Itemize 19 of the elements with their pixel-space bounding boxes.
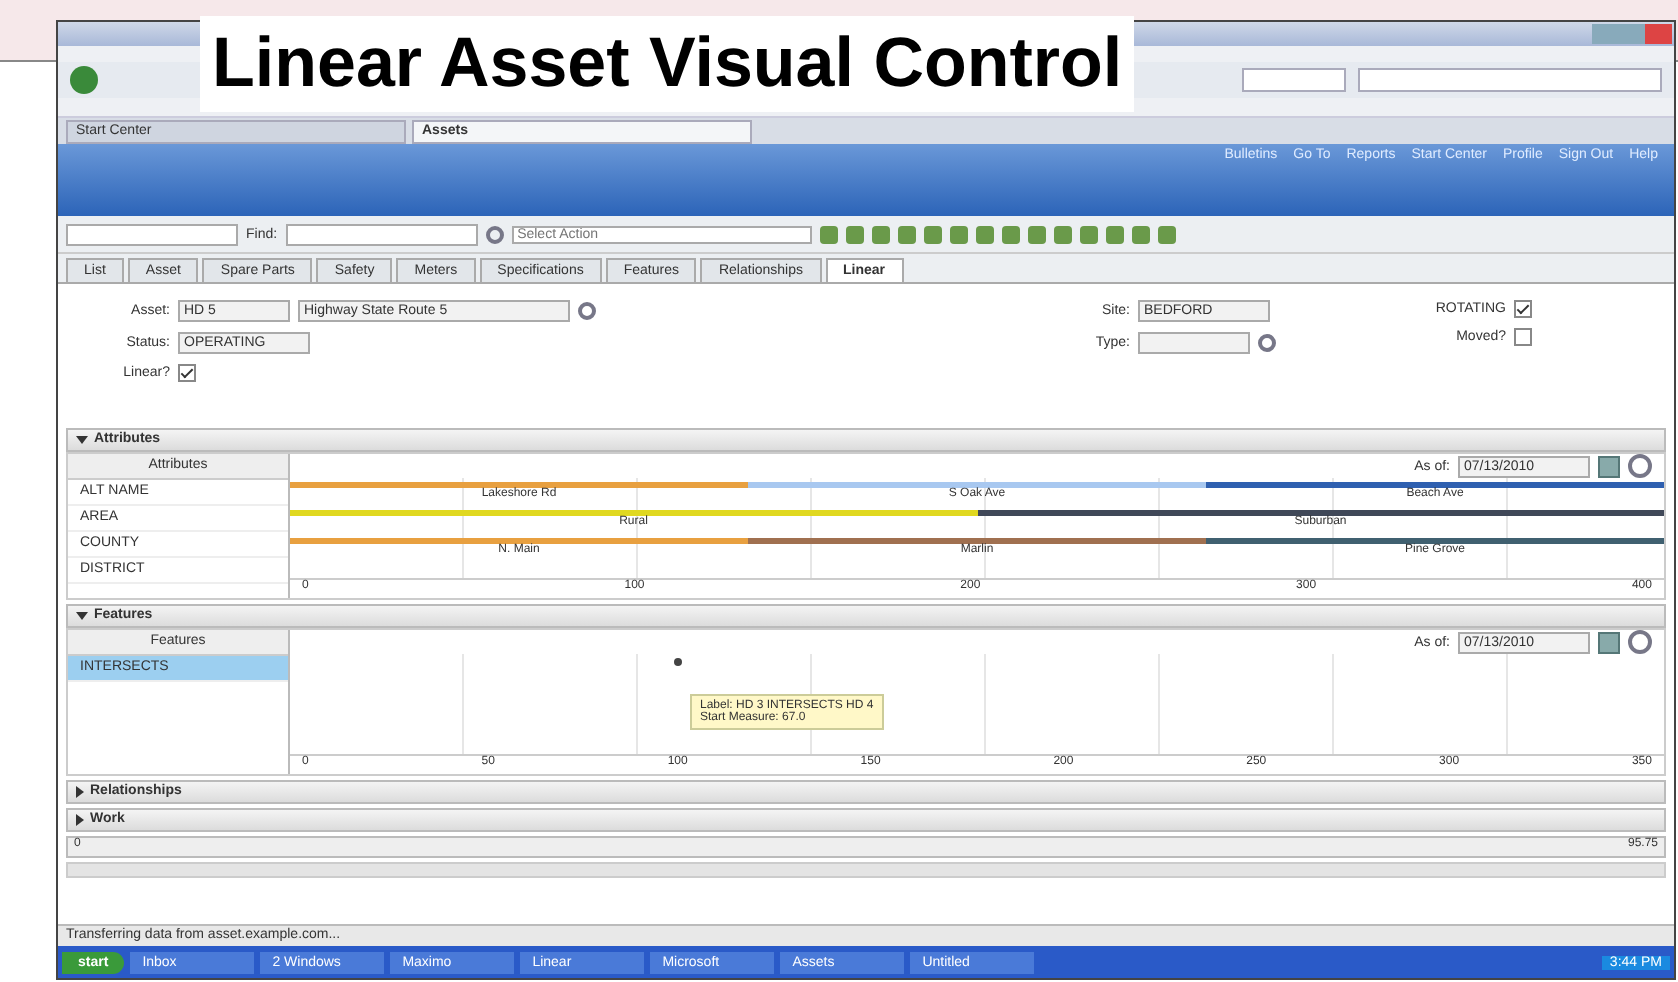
overlay-title: Linear Asset Visual Control	[200, 16, 1135, 112]
window-controls-icon	[1592, 24, 1672, 44]
find-field[interactable]	[285, 223, 478, 245]
caret-icon[interactable]	[76, 436, 88, 444]
caret-icon[interactable]	[76, 814, 84, 826]
address-field[interactable]	[1242, 68, 1346, 92]
search-field[interactable]	[66, 223, 238, 245]
search-icon[interactable]	[578, 302, 596, 320]
caret-icon[interactable]	[76, 612, 88, 620]
point-marker-icon	[674, 658, 682, 666]
back-icon[interactable]	[70, 66, 98, 94]
search-icon[interactable]	[485, 225, 504, 243]
type-field[interactable]	[1138, 332, 1250, 354]
caret-icon[interactable]	[76, 786, 84, 798]
checkbox[interactable]	[1514, 300, 1532, 318]
search-icon[interactable]	[1258, 334, 1276, 352]
search-field[interactable]	[1358, 68, 1662, 92]
checkbox[interactable]	[178, 364, 196, 382]
checkbox[interactable]	[1514, 328, 1532, 346]
